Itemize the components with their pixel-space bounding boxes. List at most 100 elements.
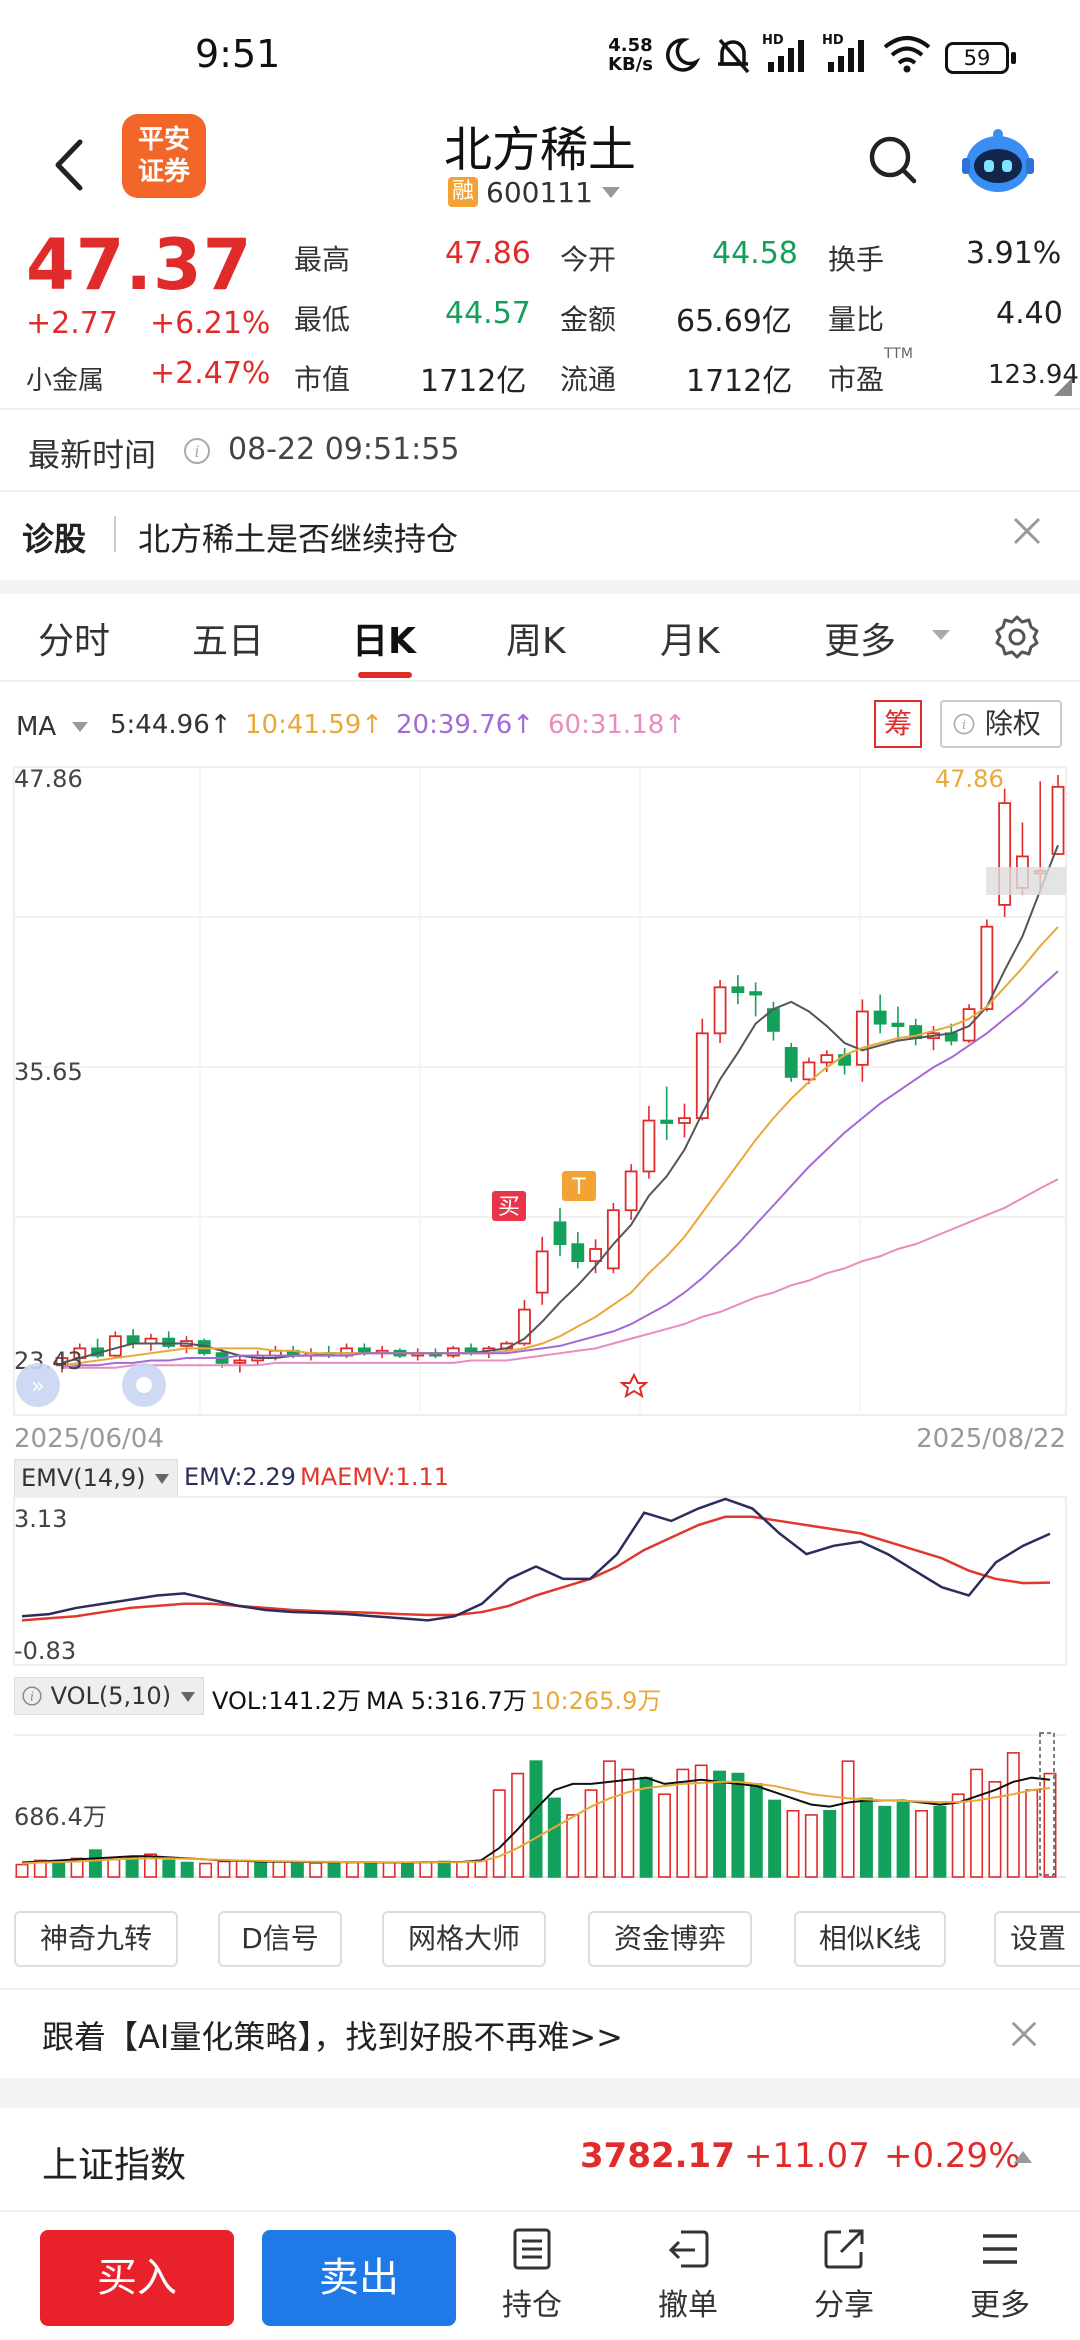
low-label: 最低 — [294, 303, 351, 336]
volume-bars-layer — [15, 1752, 1057, 1878]
volume-bar-down — [437, 1860, 451, 1878]
ai-assistant-robot-icon[interactable] — [958, 122, 1038, 202]
turnover-label: 换手 — [828, 243, 885, 276]
volume-bar-up — [804, 1814, 818, 1878]
diagnosis-text[interactable]: 北方稀土是否继续持仓 — [138, 514, 458, 560]
market-index-row[interactable]: 上证指数 3782.17 +11.07 +0.29% — [0, 2108, 1080, 2208]
emv-line-chart[interactable]: 3.13 -0.83 — [0, 1495, 1080, 1675]
tab-five-day[interactable]: 五日 — [192, 612, 264, 664]
volume-bar-up — [382, 1861, 396, 1878]
promo-text[interactable]: 跟着【AI量化策略】，找到好股不再难>> — [42, 2012, 623, 2058]
sell-button[interactable]: 卖出 — [262, 2230, 456, 2326]
search-icon[interactable] — [862, 130, 922, 190]
tab-monthly-k[interactable]: 月K — [660, 612, 720, 664]
candle-down — [891, 1022, 905, 1027]
close-icon[interactable] — [1010, 514, 1044, 548]
buy-button[interactable]: 买入 — [40, 2230, 234, 2326]
candle-down — [731, 986, 745, 994]
float-cap-label: 流通 — [560, 363, 617, 396]
stock-code-selector[interactable]: 融 600111 — [448, 175, 623, 209]
do-not-disturb-moon-icon — [666, 38, 701, 72]
d-signal-button[interactable]: D信号 — [218, 1911, 342, 1967]
volume-bar-up — [970, 1768, 984, 1878]
info-icon[interactable]: i — [182, 436, 212, 466]
svg-text:买: 买 — [498, 1195, 520, 1220]
similar-k-line-button[interactable]: 相似K线 — [794, 1911, 946, 1967]
t-signal-marker[interactable]: T — [562, 1171, 596, 1201]
y-axis-max-label: 47.86 — [14, 765, 83, 793]
volume-bar-down — [254, 1861, 268, 1878]
section-separator — [0, 580, 1080, 594]
pe-ttm-superscript: TTM — [884, 346, 913, 362]
magic-nine-button[interactable]: 神奇九转 — [14, 1911, 178, 1967]
tab-weekly-k[interactable]: 周K — [506, 612, 566, 664]
ma5-value: 5:44.96↑ — [110, 710, 232, 740]
back-arrow-icon[interactable] — [40, 130, 100, 200]
close-icon[interactable] — [1008, 2018, 1040, 2050]
candle-up — [535, 1250, 549, 1294]
candle-down — [162, 1337, 176, 1347]
volume-indicator-panel: i VOL(5,10) VOL:141.2万 MA 5:316.7万 10:26… — [0, 1675, 1080, 1895]
ma20-value: 20:39.76↑ — [396, 710, 535, 740]
capital-game-button[interactable]: 资金博弈 — [588, 1911, 752, 1967]
nav-cancel-order[interactable]: 撤单 — [638, 2226, 738, 2324]
nav-share[interactable]: 分享 — [794, 2226, 894, 2324]
price-adjust-button[interactable]: i 除权 — [940, 700, 1062, 748]
volume-bar-up — [915, 1809, 928, 1878]
expand-corner-icon[interactable] — [1054, 378, 1072, 396]
volume-selector[interactable]: i VOL(5,10) — [14, 1677, 204, 1715]
chip-distribution-button[interactable]: 筹 — [874, 700, 922, 748]
wifi-icon — [883, 36, 931, 73]
ai-strategy-promo-banner[interactable]: 跟着【AI量化策略】，找到好股不再难>> — [0, 1988, 1080, 2078]
scroll-left-button[interactable]: » — [16, 1363, 60, 1407]
volume-bar-down — [529, 1760, 543, 1878]
event-star-marker[interactable] — [619, 1372, 649, 1399]
daily-candlestick-chart[interactable]: 47.86 35.65 23.43 47.86 买 T » 2025/06/04… — [0, 755, 1080, 1455]
section-separator — [0, 2078, 1080, 2108]
buy-signal-marker[interactable]: 买 — [492, 1191, 526, 1221]
positions-document-icon — [513, 2228, 551, 2270]
stock-diagnosis-banner[interactable]: 诊股 北方稀土是否继续持仓 — [0, 492, 1080, 580]
chart-period-tabs: 分时 五日 日K 周K 月K 更多 — [0, 594, 1080, 682]
volume-ratio-value: 4.40 — [996, 296, 1063, 331]
emv-line — [21, 1497, 1051, 1622]
volume-bar-down — [731, 1772, 745, 1878]
current-price: 47.37 — [26, 224, 253, 306]
ma-selector[interactable]: MA — [16, 712, 90, 742]
amount-value: 65.69亿 — [676, 304, 792, 339]
brand-logo-line1: 平安 — [137, 125, 190, 155]
volume-ratio-label: 量比 — [828, 303, 885, 336]
update-time-row: 最新时间 i 08-22 09:51:55 — [0, 410, 1080, 492]
grid-master-button[interactable]: 网格大师 — [382, 1911, 546, 1967]
scroll-right-button[interactable] — [122, 1363, 166, 1407]
volume-bar-down — [125, 1856, 139, 1878]
tab-intraday[interactable]: 分时 — [38, 612, 110, 664]
volume-bar-down — [878, 1805, 892, 1878]
sector-name[interactable]: 小金属 — [26, 360, 104, 397]
nav-cancel-order-label: 撤单 — [658, 2288, 718, 2323]
svg-text:T: T — [571, 1175, 586, 1200]
tab-daily-k[interactable]: 日K — [352, 612, 416, 664]
nav-positions[interactable]: 持仓 — [482, 2226, 582, 2324]
volume-bar-down — [749, 1783, 763, 1878]
volume-bar-chart[interactable]: 686.4万 — [0, 1715, 1080, 1895]
ma-lines-layer — [61, 844, 1059, 1369]
settings-gear-icon[interactable] — [994, 614, 1040, 660]
divider — [114, 516, 116, 552]
nav-more[interactable]: 更多 — [950, 2226, 1050, 2324]
brand-logo[interactable]: 平安 证券 — [122, 114, 206, 198]
candle-down — [784, 1046, 798, 1078]
bottom-action-bar: 买入 卖出 持仓 撤单 分享 更多 — [0, 2210, 1080, 2340]
candle-down — [553, 1221, 567, 1246]
volume-bar-up — [676, 1768, 690, 1878]
volume-bar-up — [786, 1809, 800, 1878]
candle-down — [571, 1243, 585, 1263]
candle-down — [660, 1119, 674, 1124]
pe-label: 市盈 — [828, 363, 885, 396]
tab-more[interactable]: 更多 — [824, 612, 896, 664]
indicator-settings-button[interactable]: 设置 — [994, 1911, 1080, 1967]
high-price-marker: 47.86 — [935, 765, 1004, 793]
signal-strength-icon-2: HD — [822, 33, 864, 72]
candle-down — [873, 1010, 887, 1025]
emv-selector[interactable]: EMV(14,9) — [14, 1459, 179, 1497]
